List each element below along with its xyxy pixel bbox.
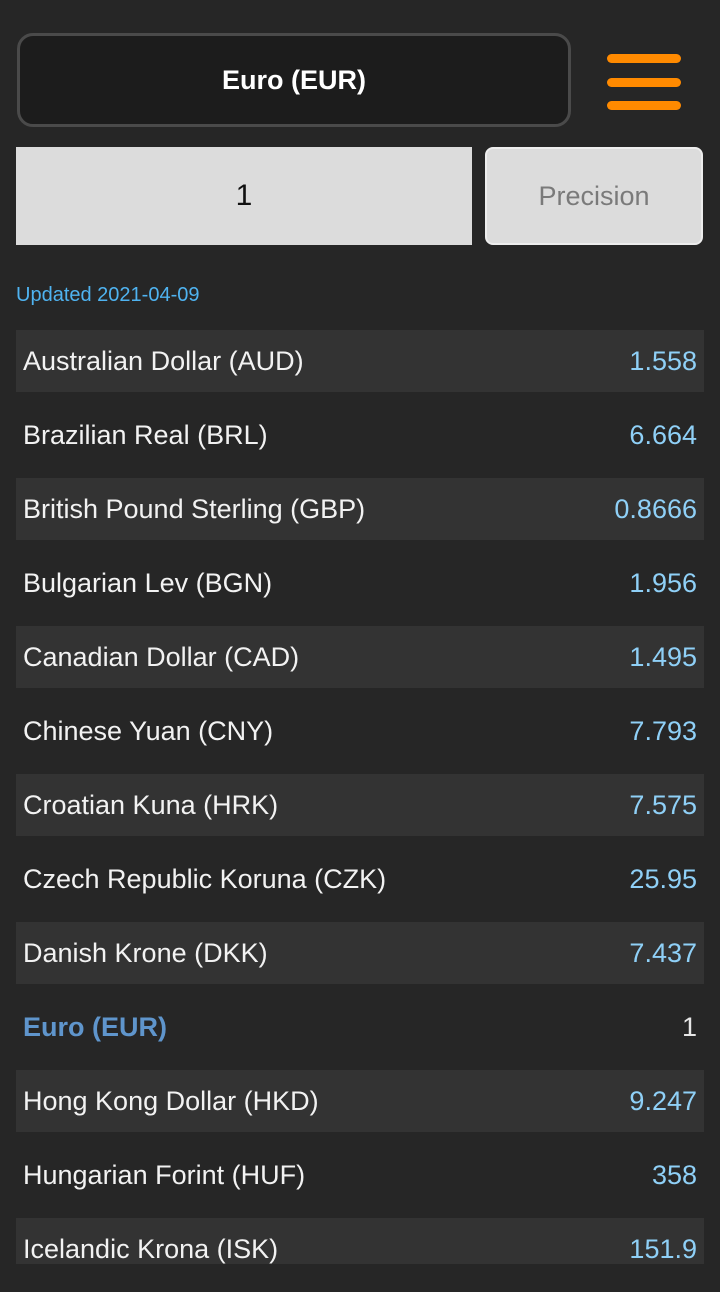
rates-list[interactable]: Australian Dollar (AUD) 1.558 Brazilian … bbox=[16, 330, 704, 1264]
currency-name: Danish Krone (DKK) bbox=[23, 937, 268, 968]
rate-row-selected[interactable]: Euro (EUR) 1 bbox=[16, 984, 704, 1070]
currency-name: British Pound Sterling (GBP) bbox=[23, 493, 366, 524]
rate-row[interactable]: Chinese Yuan (CNY) 7.793 bbox=[16, 688, 704, 774]
menu-bar bbox=[607, 101, 681, 110]
currency-name: Czech Republic Koruna (CZK) bbox=[23, 863, 387, 894]
base-currency-label: Euro (EUR) bbox=[222, 64, 366, 95]
currency-name: Hong Kong Dollar (HKD) bbox=[23, 1085, 319, 1116]
rate-row[interactable]: Bulgarian Lev (BGN) 1.956 bbox=[16, 540, 704, 626]
rate-row[interactable]: British Pound Sterling (GBP) 0.8666 bbox=[16, 478, 704, 540]
rate-value: 1.558 bbox=[629, 345, 697, 376]
currency-name: Brazilian Real (BRL) bbox=[23, 419, 268, 450]
currency-name: Bulgarian Lev (BGN) bbox=[23, 567, 273, 598]
menu-bar bbox=[607, 77, 681, 87]
currency-name: Chinese Yuan (CNY) bbox=[23, 715, 274, 746]
rate-value: 358 bbox=[651, 1159, 697, 1190]
rate-value: 1.495 bbox=[629, 641, 697, 672]
rate-row[interactable]: Croatian Kuna (HRK) 7.575 bbox=[16, 774, 704, 836]
currency-name: Canadian Dollar (CAD) bbox=[23, 641, 300, 672]
rate-row[interactable]: Canadian Dollar (CAD) 1.495 bbox=[16, 626, 704, 688]
amount-value: 1 bbox=[235, 179, 253, 212]
rate-value: 151.9 bbox=[629, 1233, 697, 1264]
amount-input[interactable]: 1 bbox=[16, 147, 472, 245]
converter-screen: Euro (EUR) 1 Precision Updated 2021-04-0… bbox=[0, 0, 720, 1292]
currency-name: Hungarian Forint (HUF) bbox=[23, 1159, 306, 1190]
rate-value: 25.95 bbox=[629, 863, 697, 894]
precision-button[interactable]: Precision bbox=[485, 147, 703, 245]
rate-row[interactable]: Hong Kong Dollar (HKD) 9.247 bbox=[16, 1070, 704, 1132]
rate-row[interactable]: Australian Dollar (AUD) 1.558 bbox=[16, 330, 704, 392]
rate-row[interactable]: Hungarian Forint (HUF) 358 bbox=[16, 1132, 704, 1218]
menu-bar bbox=[607, 54, 681, 63]
rate-value: 0.8666 bbox=[614, 493, 697, 524]
rate-value: 7.793 bbox=[629, 715, 697, 746]
rate-row[interactable]: Brazilian Real (BRL) 6.664 bbox=[16, 392, 704, 478]
base-currency-selector[interactable]: Euro (EUR) bbox=[17, 33, 571, 127]
rate-value: 7.437 bbox=[629, 937, 697, 968]
currency-name: Euro (EUR) bbox=[23, 1011, 167, 1042]
rate-value: 1.956 bbox=[629, 567, 697, 598]
rate-value: 6.664 bbox=[629, 419, 697, 450]
rate-value: 7.575 bbox=[629, 789, 697, 820]
rate-value: 9.247 bbox=[629, 1085, 697, 1116]
rate-row[interactable]: Czech Republic Koruna (CZK) 25.95 bbox=[16, 836, 704, 922]
rate-row[interactable]: Icelandic Krona (ISK) 151.9 bbox=[16, 1218, 704, 1264]
currency-name: Croatian Kuna (HRK) bbox=[23, 789, 279, 820]
precision-label: Precision bbox=[538, 180, 650, 211]
menu-icon[interactable] bbox=[604, 50, 684, 114]
updated-date: Updated 2021-04-09 bbox=[16, 284, 200, 306]
rate-row[interactable]: Danish Krone (DKK) 7.437 bbox=[16, 922, 704, 984]
currency-name: Icelandic Krona (ISK) bbox=[23, 1233, 279, 1264]
currency-name: Australian Dollar (AUD) bbox=[23, 345, 304, 376]
rate-value: 1 bbox=[681, 1011, 697, 1042]
